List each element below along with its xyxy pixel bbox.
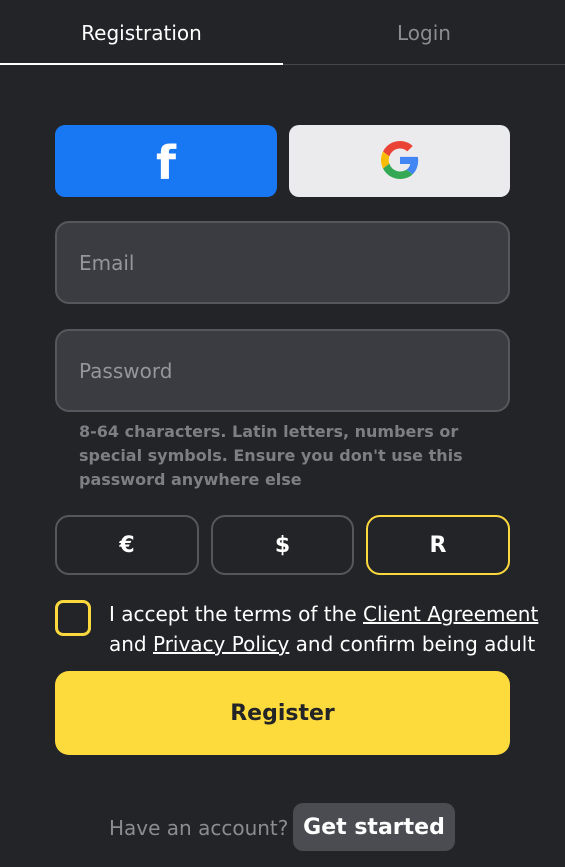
currency-eur-button[interactable]: €	[55, 515, 199, 575]
google-login-button[interactable]	[289, 125, 510, 197]
tab-login[interactable]: Login	[283, 0, 565, 65]
password-field[interactable]	[55, 329, 510, 412]
register-button[interactable]: Register	[55, 671, 510, 755]
have-account-text: Have an account?	[109, 816, 289, 840]
currency-r-button[interactable]: R	[366, 515, 510, 575]
client-agreement-link[interactable]: Client Agreement	[363, 602, 538, 626]
get-started-button[interactable]: Get started	[293, 803, 455, 851]
auth-tabs: Registration Login	[0, 0, 565, 65]
terms-text-1: I accept the terms of the	[109, 602, 363, 626]
facebook-login-button[interactable]: f	[55, 125, 277, 197]
currency-usd-button[interactable]: $	[211, 515, 354, 575]
google-icon	[380, 140, 419, 182]
privacy-policy-link[interactable]: Privacy Policy	[153, 632, 289, 656]
tab-registration[interactable]: Registration	[0, 0, 283, 65]
password-hint: 8-64 characters. Latin letters, numbers …	[79, 422, 463, 489]
active-tab-indicator	[0, 63, 283, 65]
facebook-icon: f	[155, 136, 176, 190]
terms-checkbox[interactable]	[55, 600, 91, 636]
email-field[interactable]	[55, 221, 510, 304]
terms-text-2: and	[109, 632, 153, 656]
terms-text-3: and confirm being adult	[289, 632, 536, 656]
terms-text: I accept the terms of the Client Agreeme…	[109, 599, 538, 659]
